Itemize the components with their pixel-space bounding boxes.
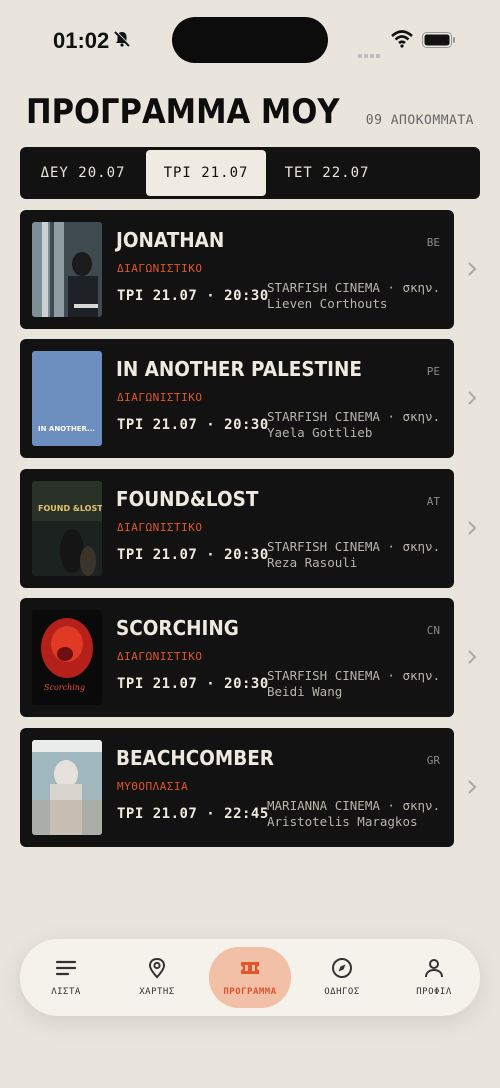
film-poster: FOUND &LOST — [32, 481, 102, 576]
film-director: Aristotelis Maragkos — [267, 814, 418, 829]
ticket-icon — [241, 962, 259, 974]
film-poster — [32, 740, 102, 835]
film-venue-block: STARFISH CINEMA · σκην. Lieven Corthouts — [267, 280, 440, 312]
poster-text: Scorching — [44, 683, 85, 692]
film-title: SCORCHING — [116, 616, 239, 640]
film-section: ΜΥΘΟΠΛΑΣΙΑ — [117, 780, 189, 793]
day-tab-tue[interactable]: ΤΡΙ 21.07 — [146, 150, 266, 196]
film-card[interactable]: FOUND &LOST FOUND&LOST AT ΔΙΑΓΩΝΙΣΤΙΚΟ Τ… — [20, 469, 454, 588]
film-country: CN — [426, 624, 440, 637]
nav-label: ΠΡΟΦΙΛ — [416, 987, 452, 997]
film-venue-block: STARFISH CINEMA · σκην. Yaela Gottlieb — [267, 409, 440, 441]
film-venue-block: MARIANNA CINEMA · σκην. Aristotelis Mara… — [267, 798, 440, 830]
film-title: BEACHCOMBER — [116, 746, 274, 770]
film-poster — [32, 222, 102, 317]
film-director: Beidi Wang — [267, 684, 343, 699]
film-country: GR — [426, 754, 440, 767]
day-tab-mon[interactable]: ΔΕΥ 20.07 — [23, 150, 143, 196]
chevron-right-icon[interactable] — [466, 261, 478, 277]
film-country: BE — [426, 236, 440, 249]
chevron-right-icon[interactable] — [466, 649, 478, 665]
film-poster: IN ANOTHER... — [32, 351, 102, 446]
nav-item-list[interactable]: ΛΙΣΤΑ — [25, 947, 107, 1008]
film-country: AT — [426, 495, 440, 508]
film-section: ΔΙΑΓΩΝΙΣΤΙΚΟ — [117, 521, 203, 534]
silent-bell-icon — [114, 30, 131, 47]
nav-label: ΟΔΗΓΟΣ — [324, 987, 360, 997]
chevron-right-icon[interactable] — [466, 779, 478, 795]
dynamic-island — [172, 17, 328, 63]
map-pin-icon — [148, 957, 166, 979]
film-venue: STARFISH CINEMA · σκην. — [267, 409, 441, 424]
film-card[interactable]: Scorching SCORCHING CN ΔΙΑΓΩΝΙΣΤΙΚΟ ΤΡΙ … — [20, 598, 454, 717]
nav-label: ΛΙΣΤΑ — [51, 987, 81, 997]
film-country: PE — [426, 365, 440, 378]
film-director: Reza Rasouli — [267, 555, 358, 570]
film-venue: MARIANNA CINEMA · σκην. — [267, 798, 441, 813]
film-showtime: ΤΡΙ 21.07 · 20:30 — [117, 288, 269, 304]
film-showtime: ΤΡΙ 21.07 · 22:45 — [117, 806, 269, 822]
film-venue: STARFISH CINEMA · σκην. — [267, 668, 441, 683]
nav-item-map[interactable]: ΧΑΡΤΗΣ — [116, 947, 198, 1008]
nav-item-profile[interactable]: ΠΡΟΦΙΛ — [393, 947, 475, 1008]
wifi-icon — [391, 30, 413, 48]
film-venue: STARFISH CINEMA · σκην. — [267, 539, 441, 554]
film-venue: STARFISH CINEMA · σκην. — [267, 280, 441, 295]
status-bar: 01:02 — [0, 0, 500, 80]
film-director: Lieven Corthouts — [267, 296, 388, 311]
compass-icon — [332, 958, 352, 978]
film-card[interactable]: BEACHCOMBER GR ΜΥΘΟΠΛΑΣΙΑ ΤΡΙ 21.07 · 22… — [20, 728, 454, 847]
film-card[interactable]: JONATHAN BE ΔΙΑΓΩΝΙΣΤΙΚΟ ΤΡΙ 21.07 · 20:… — [20, 210, 454, 329]
film-showtime: ΤΡΙ 21.07 · 20:30 — [117, 547, 269, 563]
day-tab-wed[interactable]: ΤΕΤ 22.07 — [267, 150, 387, 196]
cellular-signal-icon — [358, 43, 384, 58]
film-venue-block: STARFISH CINEMA · σκην. Reza Rasouli — [267, 539, 440, 571]
film-title: FOUND&LOST — [116, 487, 259, 511]
poster-text: FOUND &LOST — [38, 504, 102, 513]
film-poster: Scorching — [32, 610, 102, 705]
poster-text: IN ANOTHER... — [38, 425, 95, 433]
list-icon — [55, 960, 77, 976]
film-section: ΔΙΑΓΩΝΙΣΤΙΚΟ — [117, 262, 203, 275]
status-time: 01:02 — [53, 28, 110, 53]
film-venue-block: STARFISH CINEMA · σκην. Beidi Wang — [267, 668, 440, 700]
clip-count: 09 ΑΠΟΚΟΜΜΑΤΑ — [365, 113, 474, 128]
chevron-right-icon[interactable] — [466, 520, 478, 536]
bottom-nav: ΛΙΣΤΑ ΧΑΡΤΗΣ ΠΡΟΓΡΑΜΜΑ ΟΔΗΓΟΣ ΠΡΟΦΙΛ — [20, 939, 480, 1016]
nav-item-guide[interactable]: ΟΔΗΓΟΣ — [301, 947, 383, 1008]
page-title: ΠΡΟΓΡΑΜΜΑ ΜΟΥ — [26, 92, 340, 132]
film-section: ΔΙΑΓΩΝΙΣΤΙΚΟ — [117, 391, 203, 404]
film-card[interactable]: IN ANOTHER... IN ANOTHER PALESTINE PE ΔΙ… — [20, 339, 454, 458]
film-title: IN ANOTHER PALESTINE — [116, 357, 362, 381]
nav-item-program[interactable]: ΠΡΟΓΡΑΜΜΑ — [209, 947, 291, 1008]
nav-label: ΧΑΡΤΗΣ — [139, 987, 175, 997]
film-showtime: ΤΡΙ 21.07 · 20:30 — [117, 676, 269, 692]
film-director: Yaela Gottlieb — [267, 425, 373, 440]
nav-label: ΠΡΟΓΡΑΜΜΑ — [223, 987, 277, 997]
film-title: JONATHAN — [116, 228, 225, 252]
chevron-right-icon[interactable] — [466, 390, 478, 406]
battery-icon — [422, 32, 455, 48]
film-section: ΔΙΑΓΩΝΙΣΤΙΚΟ — [117, 650, 203, 663]
film-showtime: ΤΡΙ 21.07 · 20:30 — [117, 417, 269, 433]
day-tabs: ΔΕΥ 20.07 ΤΡΙ 21.07 ΤΕΤ 22.07 — [20, 147, 480, 199]
user-icon — [425, 959, 443, 978]
